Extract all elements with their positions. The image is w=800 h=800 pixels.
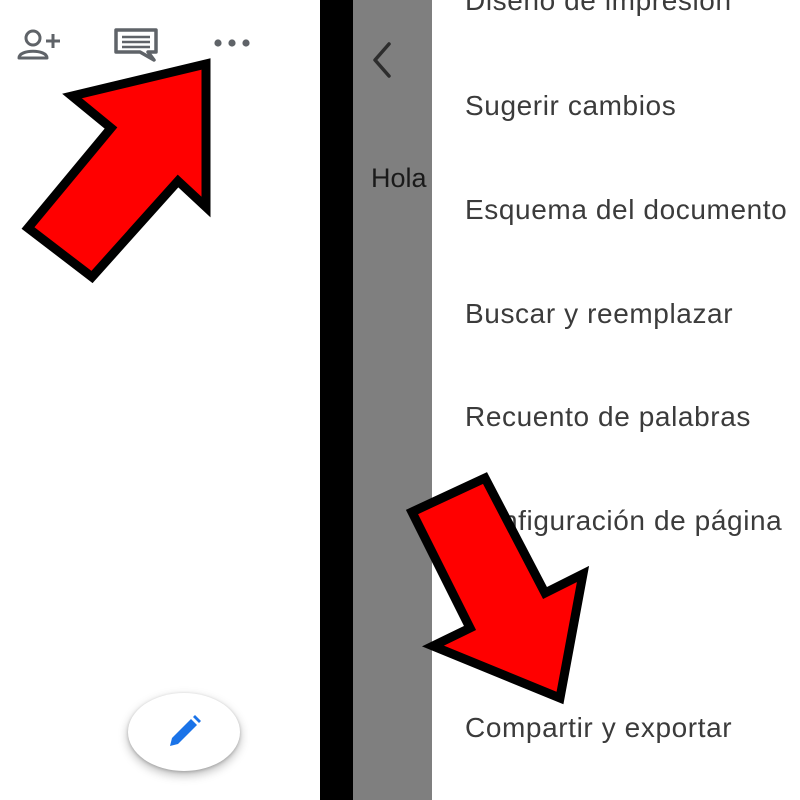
document-toolbar-panel <box>0 0 320 800</box>
document-body-text: Hola <box>371 163 427 193</box>
menu-item-document-outline[interactable]: Esquema del documento <box>465 193 787 227</box>
menu-item-share-export[interactable]: Compartir y exportar <box>465 711 732 745</box>
person-add-icon[interactable] <box>16 28 64 62</box>
menu-item-print-layout[interactable]: Diseño de impresión <box>465 0 732 18</box>
edit-fab-button[interactable] <box>128 693 240 771</box>
options-menu: Diseño de impresión Sugerir cambios Esqu… <box>432 0 800 800</box>
dimmed-document-area[interactable]: Hola <box>353 0 432 800</box>
menu-item-suggest-changes[interactable]: Sugerir cambios <box>465 89 676 123</box>
comment-icon[interactable] <box>112 26 160 62</box>
menu-item-find-replace[interactable]: Buscar y reemplazar <box>465 297 733 331</box>
chevron-left-icon[interactable] <box>367 38 397 82</box>
menu-item-page-setup[interactable]: Configuración de página <box>465 504 782 538</box>
panel-divider <box>320 0 353 800</box>
pencil-icon <box>170 715 201 746</box>
menu-item-word-count[interactable]: Recuento de palabras <box>465 400 751 434</box>
more-horizontal-icon[interactable] <box>210 30 256 56</box>
